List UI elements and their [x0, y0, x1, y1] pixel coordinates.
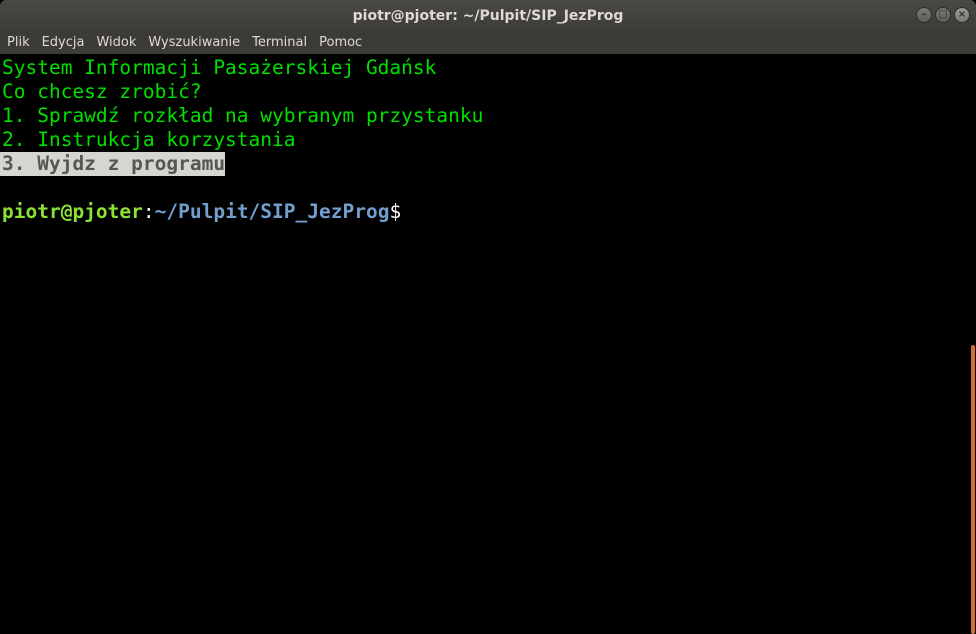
close-button[interactable]: × — [954, 7, 970, 23]
minimize-button[interactable]: – — [916, 7, 932, 23]
prompt-dollar: $ — [389, 200, 402, 223]
menu-plik[interactable]: Plik — [0, 32, 36, 54]
maximize-button[interactable]: □ — [935, 7, 951, 23]
output-line-title: System Informacji Pasażerskiej Gdańsk — [2, 56, 437, 79]
scrollbar-thumb[interactable] — [971, 345, 975, 634]
output-line-option-2: 2. Instrukcja korzystania — [2, 128, 296, 151]
minimize-icon: – — [921, 9, 927, 20]
menu-widok[interactable]: Widok — [90, 32, 142, 54]
menu-edycja[interactable]: Edycja — [36, 32, 91, 54]
prompt-path: ~/Pulpit/SIP_JezProg — [154, 200, 390, 223]
menu-pomoc[interactable]: Pomoc — [313, 32, 368, 54]
output-line-question: Co chcesz zrobić? — [2, 80, 202, 103]
maximize-icon: □ — [938, 9, 948, 20]
prompt-colon: : — [142, 200, 155, 223]
scrollbar[interactable] — [968, 55, 976, 634]
output-line-option-3-selected: 3. Wyjdz z programu — [0, 152, 226, 176]
output-line-option-1: 1. Sprawdź rozkład na wybranym przystank… — [2, 104, 484, 127]
shell-prompt: piotr@pjoter:~/Pulpit/SIP_JezProg$ — [2, 200, 401, 224]
prompt-user-host: piotr@pjoter — [2, 200, 143, 223]
close-icon: × — [957, 9, 967, 20]
window-title: piotr@pjoter: ~/Pulpit/SIP_JezProg — [352, 8, 624, 24]
terminal-output[interactable]: System Informacji Pasażerskiej Gdańsk Co… — [0, 55, 968, 634]
window-controls: – □ × — [916, 7, 970, 23]
menu-bar: Plik Edycja Widok Wyszukiwanie Terminal … — [0, 32, 976, 54]
title-bar[interactable]: piotr@pjoter: ~/Pulpit/SIP_JezProg – □ × — [0, 0, 976, 32]
menu-terminal[interactable]: Terminal — [246, 32, 313, 54]
menu-wyszukiwanie[interactable]: Wyszukiwanie — [142, 32, 246, 54]
terminal-window: piotr@pjoter: ~/Pulpit/SIP_JezProg – □ ×… — [0, 0, 976, 634]
